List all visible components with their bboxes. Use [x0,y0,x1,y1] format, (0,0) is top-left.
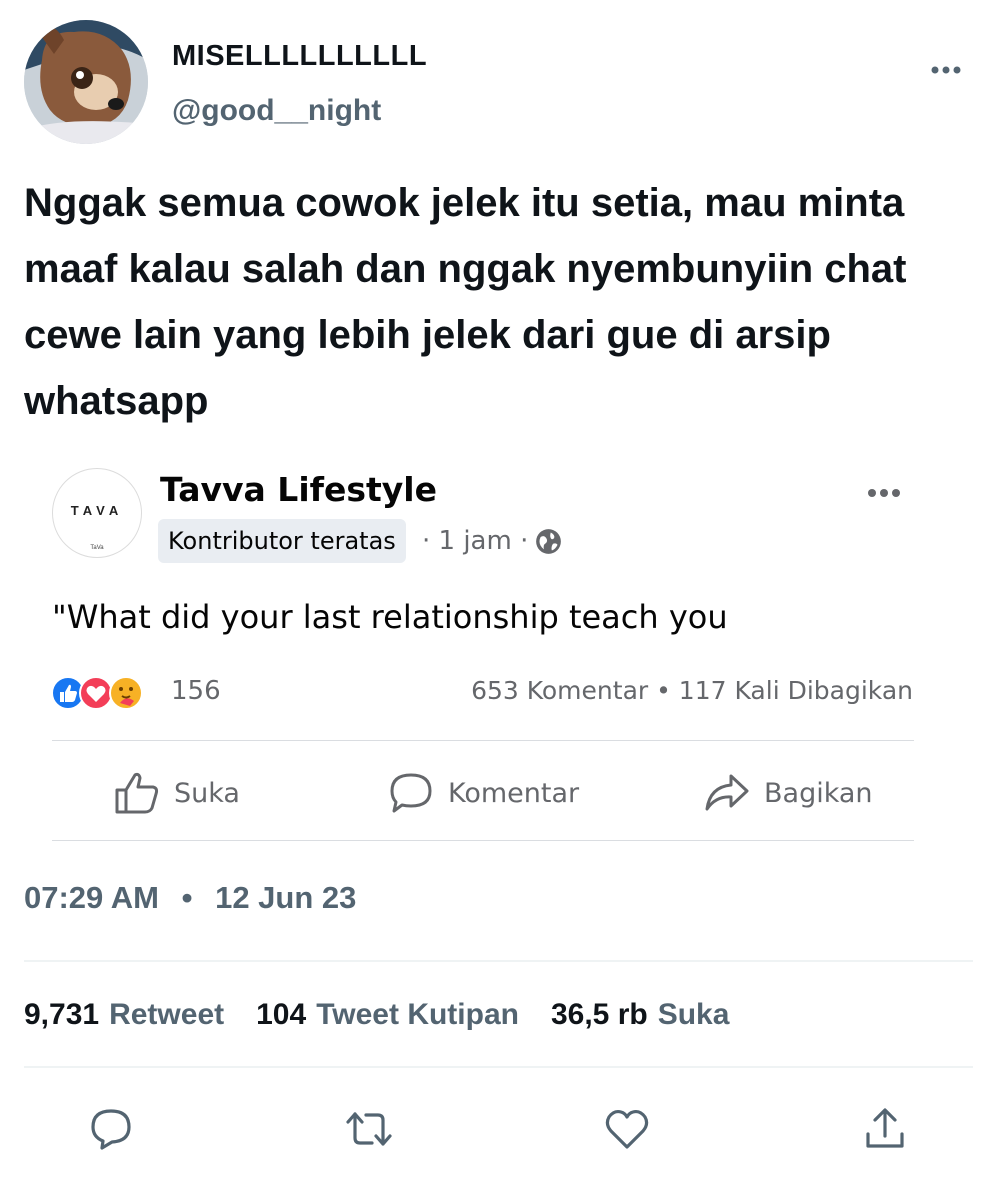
fb-comment-label: Komentar [448,777,580,809]
page-avatar[interactable]: TAVA TaVa [52,468,142,558]
avatar[interactable] [24,20,148,144]
reply-button[interactable] [84,1102,138,1156]
top-contributor-badge: Kontributor teratas [158,519,406,563]
like-label: Suka [657,998,730,1031]
retweet-stat[interactable]: 9,731 Retweet [24,998,224,1032]
share-arrow-icon [705,774,749,811]
fb-share-button[interactable]: Bagikan [704,766,873,820]
fb-comment-button[interactable]: Komentar [388,766,579,820]
more-horizontal-icon [868,489,900,497]
love-icon [79,676,113,710]
display-name[interactable]: MISELLLLLLLLLL [172,40,427,73]
fb-like-label: Suka [174,777,240,809]
globe-icon [536,529,561,554]
separator-dot: • [181,880,193,915]
tweet-timestamp[interactable]: 07:29 AM • 12 Jun 23 [24,880,356,916]
tweet-date: 12 Jun 23 [215,880,357,915]
page-name[interactable]: Tavva Lifestyle [160,470,437,509]
share-button[interactable] [858,1102,912,1156]
divider [24,960,973,962]
reactions-summary[interactable] [50,673,160,713]
quote-label: Tweet Kutipan [316,998,519,1031]
post-stats[interactable]: 653 Komentar • 117 Kali Dibagikan [471,676,913,705]
care-icon [109,676,143,710]
fb-like-button[interactable]: Suka [114,766,240,820]
quote-stat[interactable]: 104 Tweet Kutipan [256,998,519,1032]
post-more-button[interactable] [867,476,901,502]
retweet-button[interactable] [342,1102,396,1156]
avatar-image-icon [24,20,148,144]
fb-share-label: Bagikan [764,777,873,809]
retweet-label: Retweet [109,998,225,1031]
divider [52,840,914,841]
page-logo-subtext: TaVa [90,545,104,551]
reply-icon [91,1109,131,1150]
post-time: · 1 jam · [422,526,529,556]
heart-icon [605,1109,649,1149]
retweet-icon [346,1112,392,1146]
like-count: 36,5 rb [550,998,648,1031]
thumbs-up-icon [115,772,159,814]
more-options-button[interactable] [931,52,961,80]
user-handle[interactable]: @good__night [172,94,381,128]
quote-count: 104 [256,998,307,1031]
tweet-stats: 9,731 Retweet 104 Tweet Kutipan 36,5 rb Suk… [24,998,729,1032]
like-stat[interactable]: 36,5 rb Suka [551,998,729,1032]
share-icon [866,1108,904,1148]
divider [52,740,914,741]
tweet-text: Nggak semua cowok jelek itu setia, mau m… [24,181,907,423]
more-horizontal-icon [931,66,961,74]
post-text: "What did your last relationship teach y… [52,598,728,636]
retweet-count: 9,731 [24,998,100,1031]
reaction-count[interactable]: 156 [171,676,221,706]
tweet-time: 07:29 AM [24,880,159,915]
comment-icon [390,773,432,813]
page-logo-text: TAVA [70,503,124,518]
like-button[interactable] [600,1102,654,1156]
divider [24,1066,973,1068]
